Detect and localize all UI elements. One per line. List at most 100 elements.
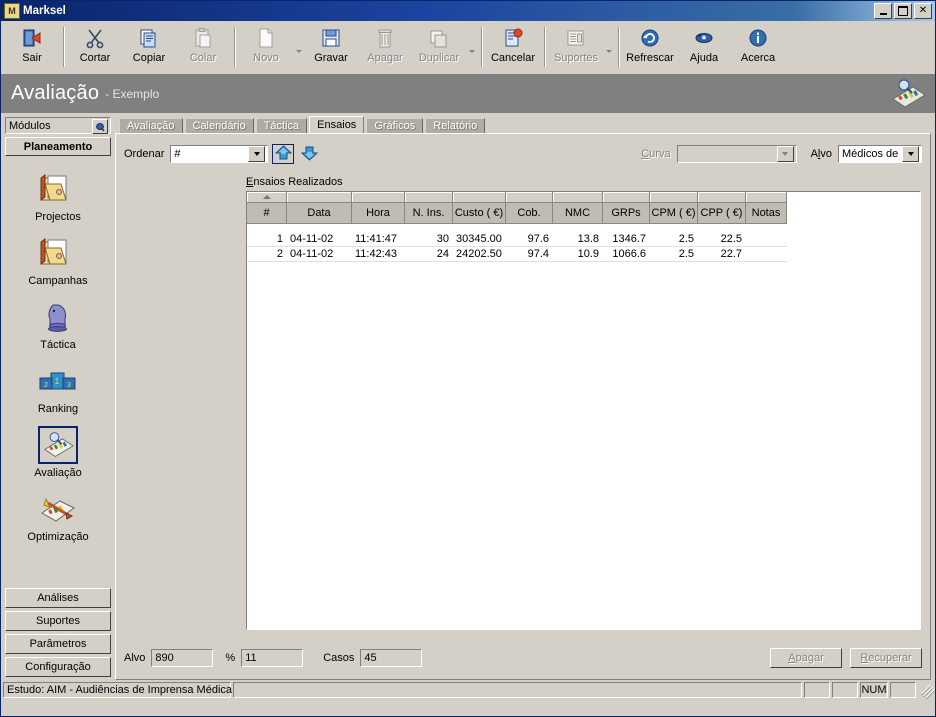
toolbar-button-cortar[interactable]: Cortar [68, 23, 122, 73]
toolbar-button-ajuda[interactable]: Ajuda [677, 23, 731, 73]
grid-column-header-nmc[interactable]: NMC [553, 192, 603, 223]
grid-column-header-hora[interactable]: Hora [352, 192, 405, 223]
toolbar-row-ordenar: Ordenar # Curva Alvo Médicos de [124, 143, 922, 165]
toolbar-button-sair[interactable]: Sair [5, 23, 59, 73]
content-pane: Avaliação Calendário Táctica Ensaios Grá… [114, 114, 935, 680]
toolbar-button-refrescar[interactable]: Refrescar [623, 23, 677, 73]
chevron-down-icon[interactable] [776, 146, 794, 162]
optimization-icon [36, 490, 80, 528]
chevron-down-icon[interactable] [248, 146, 266, 162]
sidebar-button-configuracao[interactable]: Configuração [5, 657, 111, 677]
grid-column-header-notas[interactable]: Notas [746, 192, 787, 223]
sidebar-item-label: Táctica [40, 339, 76, 351]
tab-calendario[interactable]: Calendário [184, 118, 254, 134]
table-cell-hora: 11:41:47 [355, 233, 398, 245]
column-sort-slot[interactable] [650, 192, 697, 203]
column-sort-slot[interactable] [698, 192, 745, 203]
chevron-down-icon[interactable] [902, 146, 919, 162]
toolbar-button-copiar[interactable]: Copiar [122, 23, 176, 73]
footer-alvo-field[interactable]: 890 [151, 649, 214, 667]
sidebar-button-analises[interactable]: Análises [5, 588, 111, 608]
table-row[interactable]: 1 04-11-02 11:41:47 30 30345.00 97.6 13.8 1346.… [247, 232, 787, 247]
resize-grip[interactable] [919, 683, 933, 697]
toolbar-button-gravar[interactable]: Gravar [304, 23, 358, 73]
sort-ascending-button[interactable] [272, 144, 295, 164]
chevron-down-icon-duplicar[interactable] [466, 23, 477, 73]
sidebar-item-avaliacao[interactable]: Avaliação [5, 426, 111, 479]
pin-icon[interactable] [92, 119, 108, 134]
apagar-label: Apagar [788, 652, 824, 664]
chevron-down-icon-suportes[interactable] [603, 23, 614, 73]
table-cell-nins: 30 [436, 233, 449, 245]
ensaios-grid[interactable]: # Data Hora N. Ins. Custo ( €) Cob. NMC GRPs CPM… [246, 191, 921, 630]
status-num-indicator: NUM [860, 681, 888, 698]
alvo-value: Médicos de ... [842, 148, 902, 160]
curva-select[interactable] [676, 145, 797, 163]
grid-column-header-custo[interactable]: Custo ( €) [453, 192, 506, 223]
grid-column-header-cob[interactable]: Cob. [506, 192, 553, 223]
column-sort-slot[interactable] [453, 192, 505, 203]
modules-selector[interactable]: Módulos [5, 117, 111, 134]
tab-relatorio[interactable]: Relatório [425, 118, 486, 134]
toolbar-button-duplicar[interactable]: Duplicar [412, 23, 466, 73]
grid-column-header-cpm[interactable]: CPM ( €) [650, 192, 698, 223]
toolbar-button-novo[interactable]: Novo [239, 23, 293, 73]
column-sort-slot[interactable] [553, 192, 602, 203]
footer-casos-field[interactable]: 45 [360, 649, 423, 667]
column-sort-slot[interactable] [352, 192, 404, 203]
grid-column-header-num[interactable]: # [247, 192, 287, 223]
apagar-button[interactable]: Apagar [770, 648, 842, 668]
tab-avaliacao[interactable]: Avaliação [119, 118, 183, 134]
sidebar-item-tactica[interactable]: Táctica [5, 298, 111, 351]
ordenar-select[interactable]: # [170, 145, 269, 163]
table-cell-cpp: 22.7 [720, 248, 742, 260]
grid-column-header-grps[interactable]: GRPs [603, 192, 650, 223]
toolbar-button-colar[interactable]: Colar [176, 23, 230, 73]
minimize-button[interactable] [874, 3, 892, 19]
toolbar-button-apagar[interactable]: Apagar [358, 23, 412, 73]
column-sort-slot[interactable] [405, 192, 452, 203]
chevron-down-icon-novo[interactable] [293, 23, 304, 73]
sidebar-button-label: Parâmetros [29, 638, 87, 650]
grid-column-header-data[interactable]: Data [287, 192, 352, 223]
arrow-up-icon [274, 144, 293, 164]
grid-column-header-nins[interactable]: N. Ins. [405, 192, 453, 223]
column-sort-slot[interactable] [506, 192, 552, 203]
close-button[interactable]: ✕ [914, 3, 932, 19]
table-cell-custo: 30345.00 [456, 233, 502, 245]
sidebar-item-projectos[interactable]: Projectos [5, 170, 111, 223]
column-sort-slot[interactable] [287, 192, 351, 203]
sort-indicator-icon[interactable] [247, 192, 286, 203]
toolbar-separator [234, 27, 235, 67]
grid-spacer [247, 224, 920, 232]
table-row[interactable]: 2 04-11-02 11:42:43 24 24202.50 97.4 10.9 1066.… [247, 247, 787, 262]
sidebar-button-suportes[interactable]: Suportes [5, 611, 111, 631]
sidebar-group-planeamento[interactable]: Planeamento [5, 137, 111, 156]
toolbar-button-acerca[interactable]: Acerca [731, 23, 785, 73]
tab-graficos[interactable]: Gráficos [366, 118, 424, 134]
tab-tactica[interactable]: Táctica [255, 118, 308, 134]
maximize-button[interactable] [894, 3, 912, 19]
recuperar-button[interactable]: Recuperar [850, 648, 922, 668]
sidebar-item-ranking[interactable]: 1 2 3 Ranking [5, 362, 111, 415]
toolbar-button-cancelar[interactable]: Cancelar [486, 23, 540, 73]
table-cell-cob: 97.4 [527, 248, 549, 260]
tab-strip: Avaliação Calendário Táctica Ensaios Grá… [115, 114, 931, 134]
column-sort-slot[interactable] [746, 192, 786, 203]
refresh-icon [639, 26, 661, 50]
grid-column-header-cpp[interactable]: CPP ( €) [698, 192, 746, 223]
footer-casos-value: 45 [364, 652, 377, 664]
sidebar-item-campanhas[interactable]: Campanhas [5, 234, 111, 287]
tab-ensaios[interactable]: Ensaios [309, 116, 365, 134]
footer-pct-field[interactable]: 11 [241, 649, 304, 667]
toolbar-label: Cancelar [490, 52, 536, 64]
page-title: Avaliação [11, 82, 100, 104]
evaluation-icon [38, 426, 78, 464]
column-sort-slot[interactable] [603, 192, 649, 203]
alvo-select[interactable]: Médicos de ... [838, 145, 922, 163]
sidebar-item-optimizacao[interactable]: Optimização [5, 490, 111, 543]
sort-descending-button[interactable] [298, 144, 320, 164]
sidebar-button-parametros[interactable]: Parâmetros [5, 634, 111, 654]
toolbar-button-suportes[interactable]: Suportes [549, 23, 603, 73]
sidebar-button-label: Configuração [25, 661, 91, 673]
